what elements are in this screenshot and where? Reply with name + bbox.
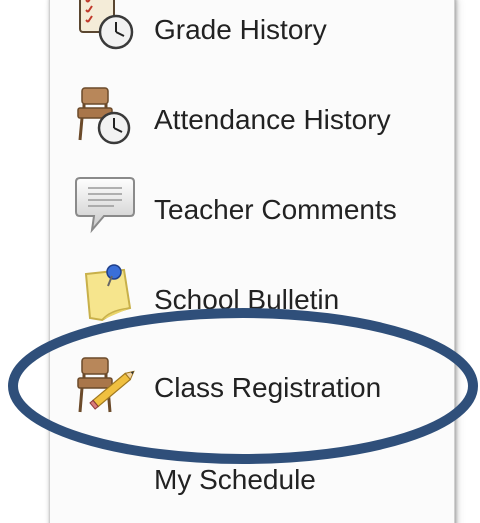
menu-item-label: Teacher Comments: [154, 194, 397, 225]
menu-item-teacher-comments[interactable]: Teacher Comments: [70, 172, 440, 242]
menu-item-school-bulletin[interactable]: School Bulletin: [70, 262, 440, 332]
menu-item-label: Grade History: [154, 14, 327, 45]
teacher-comments-icon: [74, 172, 136, 236]
menu-item-label: My Schedule: [154, 464, 316, 495]
grade-history-icon: [74, 0, 136, 54]
menu-item-label: School Bulletin: [154, 284, 340, 315]
screenshot-stage: Grade History Attendance History Teacher…: [0, 0, 480, 523]
attendance-history-icon: [74, 84, 136, 148]
school-bulletin-icon: [74, 262, 136, 326]
class-registration-icon: [74, 354, 136, 418]
menu-item-grade-history[interactable]: Grade History: [70, 0, 440, 70]
menu-item-label: Attendance History: [154, 104, 391, 135]
menu-item-attendance-history[interactable]: Attendance History: [70, 84, 440, 154]
menu-item-my-schedule[interactable]: My Schedule: [70, 446, 440, 516]
menu-item-label: Class Registration: [154, 372, 382, 403]
menu-item-class-registration[interactable]: Class Registration: [70, 354, 440, 424]
